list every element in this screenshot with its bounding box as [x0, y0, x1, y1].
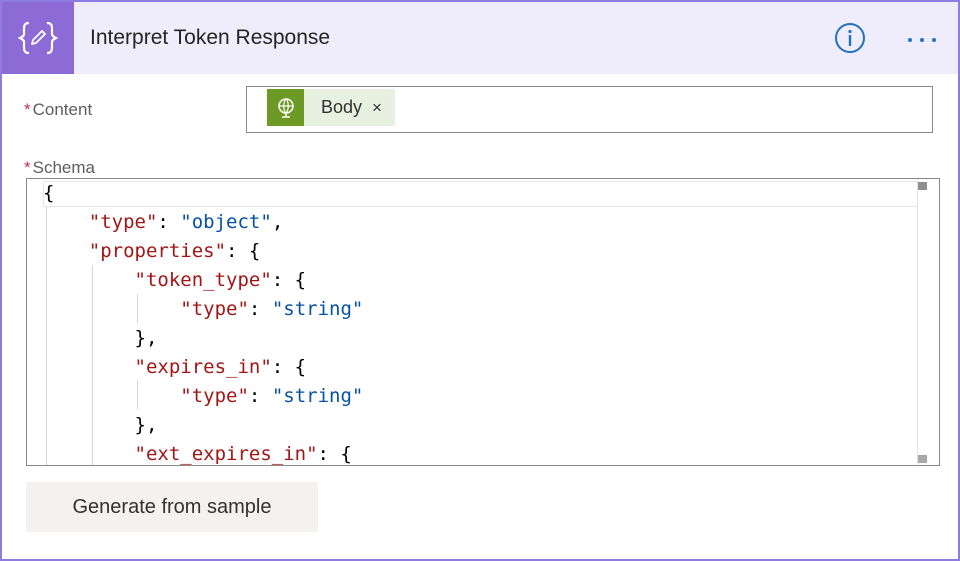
globe-icon	[267, 89, 304, 126]
schema-editor[interactable]: { "type": "object", "properties": { "tok…	[26, 178, 940, 466]
code-line: "token_type": {	[134, 269, 307, 291]
scrollbar-marker	[918, 455, 927, 463]
body-token[interactable]: Body ×	[267, 89, 395, 126]
content-label-text: Content	[32, 100, 93, 119]
code-line: "properties": {	[88, 240, 261, 262]
code-line: "expires_in": {	[134, 356, 307, 378]
token-label: Body	[321, 97, 363, 117]
info-icon[interactable]	[834, 22, 866, 54]
generate-from-sample-button[interactable]: Generate from sample	[26, 482, 318, 532]
content-input[interactable]: Body ×	[246, 86, 933, 133]
code-line: "ext_expires_in": {	[134, 443, 352, 465]
content-label: * Content	[24, 100, 92, 120]
scrollbar-thumb[interactable]	[918, 182, 927, 190]
code-line: },	[134, 414, 158, 436]
required-marker: *	[24, 158, 31, 177]
action-title: Interpret Token Response	[90, 26, 331, 49]
code-line: },	[134, 327, 158, 349]
code-line: "type": "string"	[180, 385, 364, 407]
schema-label: * Schema	[24, 158, 95, 178]
token-close-icon[interactable]: ×	[372, 98, 382, 118]
code-line: {	[43, 182, 55, 204]
code-line: "type": "object",	[88, 211, 284, 233]
schema-label-text: Schema	[32, 158, 95, 177]
editor-scrollbar[interactable]	[917, 179, 938, 465]
code-line: "type": "string"	[180, 298, 364, 320]
action-card: Interpret Token Response * Content Body …	[0, 0, 960, 561]
action-header[interactable]: Interpret Token Response	[2, 2, 958, 74]
required-marker: *	[24, 100, 31, 119]
code-braces-icon	[2, 2, 74, 74]
more-options-icon[interactable]	[902, 27, 942, 47]
current-line-highlight	[43, 181, 937, 207]
